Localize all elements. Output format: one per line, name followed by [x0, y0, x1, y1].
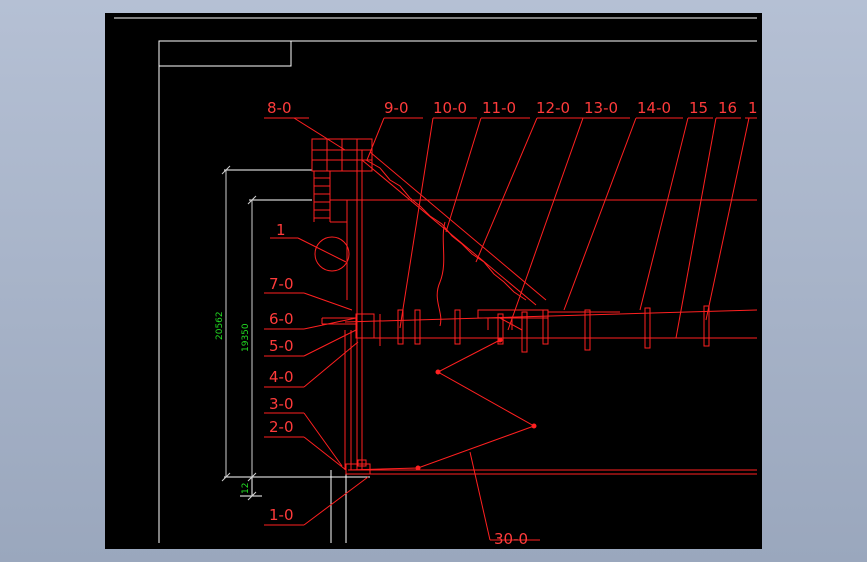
dim-12: 12: [241, 483, 251, 494]
label-11-0: 11-0: [482, 99, 516, 117]
cad-drawing-viewport[interactable]: 8-0 9-0 10-0 11-0 12-0 13-0 14-0 15 16 1…: [105, 13, 762, 549]
label-1: 1: [276, 221, 286, 239]
label-12-0: 12-0: [536, 99, 570, 117]
label-16: 16: [718, 99, 737, 117]
label-10-0: 10-0: [433, 99, 467, 117]
label-3-0: 3-0: [269, 395, 294, 413]
dim-20562: 20562: [215, 311, 225, 340]
label-13-0: 13-0: [584, 99, 618, 117]
title-block: [158, 40, 292, 67]
label-5-0: 5-0: [269, 337, 294, 355]
cad-drawing: 8-0 9-0 10-0 11-0 12-0 13-0 14-0 15 16 1…: [114, 17, 758, 548]
label-9-0: 9-0: [384, 99, 409, 117]
label-1-0: 1-0: [269, 506, 294, 524]
dimension-labels: 20562 19350 12: [215, 311, 251, 494]
circle-part-1: [314, 236, 350, 272]
label-30-0: 30-0: [494, 530, 528, 548]
label-14-0: 14-0: [637, 99, 671, 117]
dim-19350: 19350: [241, 323, 251, 352]
label-15: 15: [689, 99, 708, 117]
label-6-0: 6-0: [269, 310, 294, 328]
label-7-0: 7-0: [269, 275, 294, 293]
drawing-frame: [114, 17, 757, 543]
label-8-0: 8-0: [267, 99, 292, 117]
label-2-0: 2-0: [269, 418, 294, 436]
label-4-0: 4-0: [269, 368, 294, 386]
label-17: 1: [748, 99, 758, 117]
